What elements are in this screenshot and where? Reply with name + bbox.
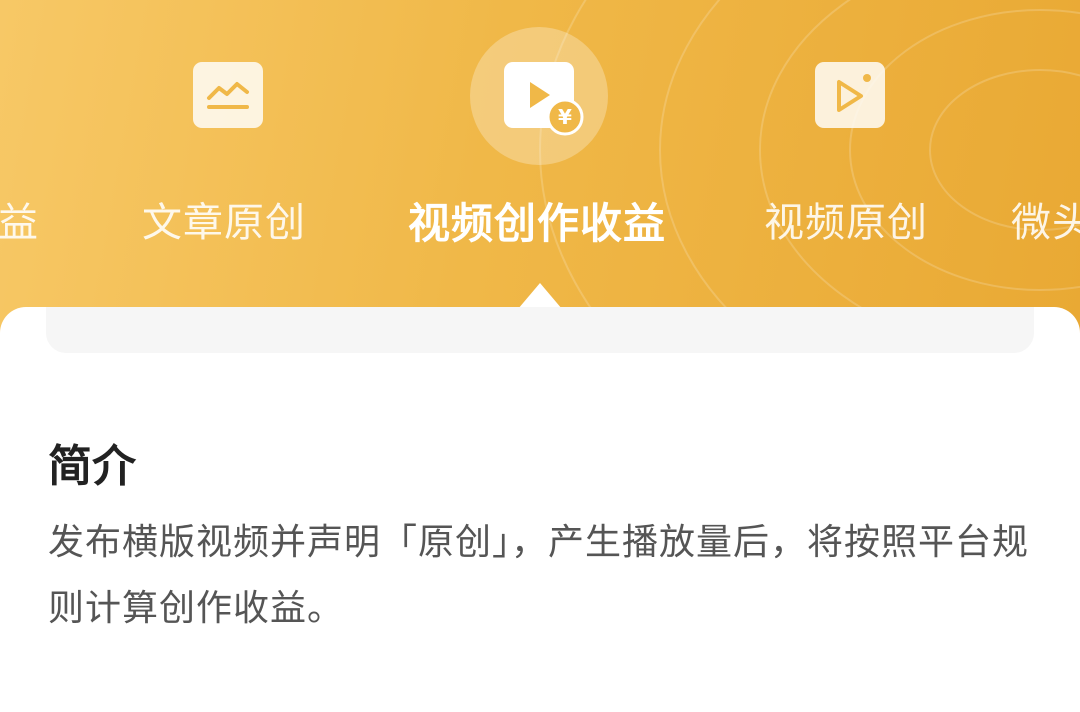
tab-label: 益 bbox=[0, 200, 39, 246]
tab-label: 文章原创 bbox=[142, 200, 306, 246]
video-yuan-icon: ¥ bbox=[504, 62, 584, 136]
tab-partial-left[interactable]: 益 bbox=[0, 0, 70, 310]
tab-label: 微头 bbox=[1011, 200, 1080, 246]
tab-article-original[interactable]: 文章原创 bbox=[130, 0, 330, 310]
tab-partial-right[interactable]: 微头 bbox=[1005, 0, 1080, 310]
tab-video-original[interactable]: 视频原创 bbox=[760, 0, 950, 310]
video-play-icon bbox=[815, 62, 885, 128]
tab-label: 视频原创 bbox=[764, 200, 928, 246]
screen: 益 文章原创 ¥ 视频创作收益 视频原创 微头 简介 发布横版视频并声明「原创」… bbox=[0, 0, 1080, 712]
section-title: 简介 bbox=[48, 441, 136, 492]
card-top-strip bbox=[46, 307, 1034, 353]
active-tab-pointer bbox=[518, 283, 562, 309]
tab-video-revenue[interactable]: ¥ 视频创作收益 bbox=[400, 0, 680, 310]
section-description: 发布横版视频并声明「原创」，产生播放量后，将按照平台规则计算创作收益。 bbox=[48, 522, 1030, 629]
tab-label: 视频创作收益 bbox=[408, 199, 667, 248]
chart-card-icon bbox=[193, 62, 263, 128]
svg-text:¥: ¥ bbox=[558, 105, 572, 129]
